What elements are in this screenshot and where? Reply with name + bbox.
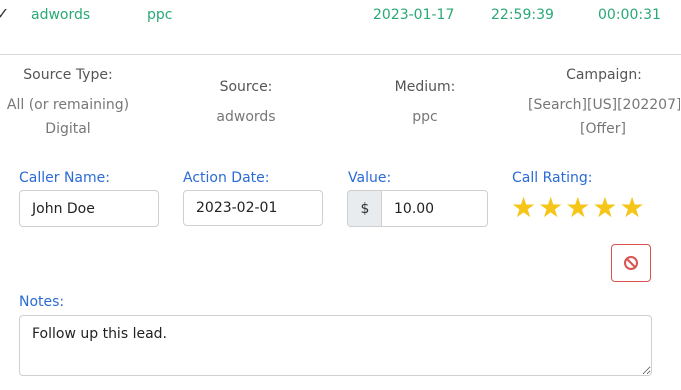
currency-addon: $ — [347, 190, 382, 227]
source-label: Source: — [219, 79, 273, 95]
source-value: adwords — [216, 109, 276, 125]
collapse-chevron-icon[interactable]: ✓ — [0, 4, 9, 23]
star-icon[interactable]: ★ — [538, 194, 563, 222]
record-duration: 00:00:31 — [598, 7, 661, 23]
clear-rating-button[interactable] — [611, 244, 651, 282]
source-type-value-2: Digital — [45, 121, 91, 137]
medium-value: ppc — [412, 109, 438, 125]
row-divider — [0, 54, 681, 55]
notes-textarea[interactable]: Follow up this lead. — [19, 315, 652, 376]
caller-name-input[interactable]: John Doe — [19, 190, 159, 227]
record-source: adwords — [31, 7, 91, 23]
source-type-label: Source Type: — [23, 67, 113, 83]
call-rating-stars: ★ ★ ★ ★ ★ — [511, 194, 645, 222]
value-amount: 10.00 — [394, 200, 435, 217]
campaign-value: [Search][US][202207] — [528, 97, 680, 113]
action-date-label: Action Date: — [183, 170, 270, 186]
campaign-value-2: [Offer] — [580, 121, 626, 137]
caller-name-value: John Doe — [32, 200, 95, 217]
caller-name-label: Caller Name: — [19, 170, 110, 186]
action-date-value: 2023-02-01 — [196, 200, 278, 216]
action-date-input[interactable]: 2023-02-01 — [183, 190, 323, 226]
record-time: 22:59:39 — [491, 7, 554, 23]
notes-label: Notes: — [19, 294, 65, 310]
star-icon[interactable]: ★ — [619, 194, 644, 222]
record-date: 2023-01-17 — [373, 7, 455, 23]
source-type-value: All (or remaining) — [6, 97, 130, 113]
record-medium: ppc — [147, 7, 173, 23]
call-rating-label: Call Rating: — [512, 170, 593, 186]
star-icon[interactable]: ★ — [511, 194, 536, 222]
currency-symbol: $ — [360, 200, 370, 217]
value-label: Value: — [348, 170, 392, 186]
ban-icon — [624, 256, 638, 270]
campaign-label: Campaign: — [566, 67, 642, 83]
medium-label: Medium: — [394, 79, 456, 95]
star-icon[interactable]: ★ — [565, 194, 590, 222]
star-icon[interactable]: ★ — [592, 194, 617, 222]
value-input[interactable]: 10.00 — [381, 190, 488, 227]
